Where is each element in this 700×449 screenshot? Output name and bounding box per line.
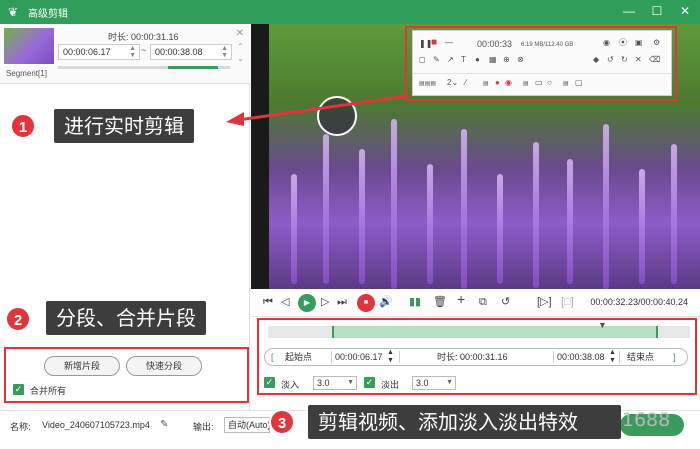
- segment-panel: Segment[1] 时长: 00:00:31.16 00:00:06.17 ▲…: [0, 24, 250, 449]
- end-spinner-icon[interactable]: ▲ ▼: [609, 349, 616, 365]
- minimize-icon[interactable]: —: [622, 4, 636, 18]
- segment-item[interactable]: Segment[1] 时长: 00:00:31.16 00:00:06.17 ▲…: [0, 24, 250, 84]
- start-spinner-icon[interactable]: ▲ ▼: [387, 349, 394, 365]
- fade-out-checkbox[interactable]: ✓: [364, 377, 375, 388]
- merge-all-checkbox[interactable]: ✓: [13, 384, 24, 395]
- step-back-icon[interactable]: ◁: [281, 295, 289, 309]
- crop-icon[interactable]: [□]: [561, 295, 574, 309]
- chevron-down-icon: ▼: [446, 379, 453, 386]
- trash-icon[interactable]: 🗑: [433, 295, 447, 309]
- end-point-button[interactable]: 结束点: [627, 349, 654, 365]
- skip-start-icon[interactable]: ⏮: [263, 295, 273, 309]
- new-segment-button[interactable]: 新增片段: [44, 356, 120, 376]
- fade-out-label: 淡出: [381, 380, 400, 390]
- segment-thumbnail: [4, 28, 54, 64]
- skip-end-icon[interactable]: ⏭: [337, 295, 347, 309]
- timecode: 00:00:32.23/00:00:40.24: [590, 297, 688, 307]
- end-bracket-icon: ]: [673, 352, 676, 362]
- spinner-icon[interactable]: ▲ ▼: [129, 45, 136, 59]
- edit-pencil-icon[interactable]: ✎: [160, 419, 168, 430]
- annotation-arrow: [226, 94, 409, 126]
- segment-up-icon[interactable]: ⌃: [237, 42, 244, 51]
- annotation-badge-2: 2: [5, 306, 31, 332]
- range-duration: 时长: 00:00:31.16: [437, 352, 508, 362]
- start-bracket-icon: [: [271, 352, 274, 362]
- segment-down-icon[interactable]: ⌄: [237, 54, 244, 63]
- range-controls: [ 起始点 00:00:06.17 ▲ ▼ 时长: 00:00:31.16 00:…: [264, 348, 688, 366]
- timeline-selection[interactable]: [332, 326, 658, 338]
- annotation-callout-1: 进行实时剪辑: [54, 109, 194, 143]
- fit-icon[interactable]: [▷]: [537, 295, 552, 309]
- fade-in-select[interactable]: 3.0 ▼: [313, 376, 357, 390]
- segment-start-input[interactable]: 00:00:06.17 ▲ ▼: [58, 44, 140, 60]
- fade-out-select[interactable]: 3.0 ▼: [412, 376, 456, 390]
- volume-icon[interactable]: 🔊: [379, 295, 393, 309]
- quick-split-button[interactable]: 快速分段: [126, 356, 202, 376]
- segment-end-input[interactable]: 00:00:38.08 ▲ ▼: [150, 44, 232, 60]
- segment-progress: [58, 66, 230, 69]
- end-time-input[interactable]: 00:00:38.08: [557, 349, 605, 365]
- annotation-badge-3: 3: [269, 409, 295, 435]
- step-forward-icon[interactable]: ▷: [321, 295, 329, 309]
- window-controls: — ☐ ✕: [622, 4, 692, 18]
- playback-controls: ⏮ ◁ ▶ ▷ ⏭ ■ 🔊 ▮▮ 🗑 + ⧉ ↺ [▷] [□] 00:00:3…: [251, 289, 700, 317]
- window-title: 高级剪辑: [28, 8, 68, 20]
- output-label: 输出:: [193, 422, 214, 432]
- fade-in-label: 淡入: [281, 380, 300, 390]
- play-icon[interactable]: ▶: [298, 294, 316, 312]
- close-icon[interactable]: ✕: [678, 4, 692, 18]
- segment-delete-icon[interactable]: ✕: [236, 28, 244, 39]
- title-bar: ❦ 高级剪辑 — ☐ ✕: [0, 0, 700, 24]
- add-icon[interactable]: +: [457, 292, 465, 306]
- filename: Video_240607105723.mp4: [42, 420, 150, 430]
- fade-in-checkbox[interactable]: ✓: [264, 377, 275, 388]
- recorder-highlight: [405, 26, 677, 101]
- stop-icon[interactable]: ■: [357, 294, 375, 312]
- app-logo-icon: ❦: [7, 5, 19, 19]
- name-label: 名称:: [10, 422, 31, 432]
- start-time-input[interactable]: 00:00:06.17: [335, 349, 383, 365]
- output-select[interactable]: 自动(Auto): [224, 417, 270, 433]
- start-point-button[interactable]: 起始点: [285, 349, 312, 365]
- range-separator: ~: [141, 45, 147, 55]
- annotation-callout-3: 剪辑视频、添加淡入淡出特效: [308, 405, 621, 439]
- maximize-icon[interactable]: ☐: [650, 4, 664, 18]
- playhead-icon[interactable]: ▼: [598, 320, 607, 330]
- segment-duration: 时长: 00:00:31.16: [108, 32, 179, 42]
- reset-icon[interactable]: ↺: [501, 295, 510, 309]
- timeline-track[interactable]: ▼: [268, 320, 690, 338]
- chevron-down-icon: ▼: [347, 379, 354, 386]
- segment-label: Segment[1]: [6, 69, 47, 78]
- split-icon[interactable]: ▮▮: [409, 295, 421, 309]
- copy-icon[interactable]: ⧉: [479, 295, 487, 309]
- spinner-icon[interactable]: ▲ ▼: [221, 45, 228, 59]
- annotation-callout-2: 分段、合并片段: [46, 301, 206, 335]
- annotation-badge-1: 1: [10, 113, 36, 139]
- merge-all-label: 合并所有: [30, 386, 67, 396]
